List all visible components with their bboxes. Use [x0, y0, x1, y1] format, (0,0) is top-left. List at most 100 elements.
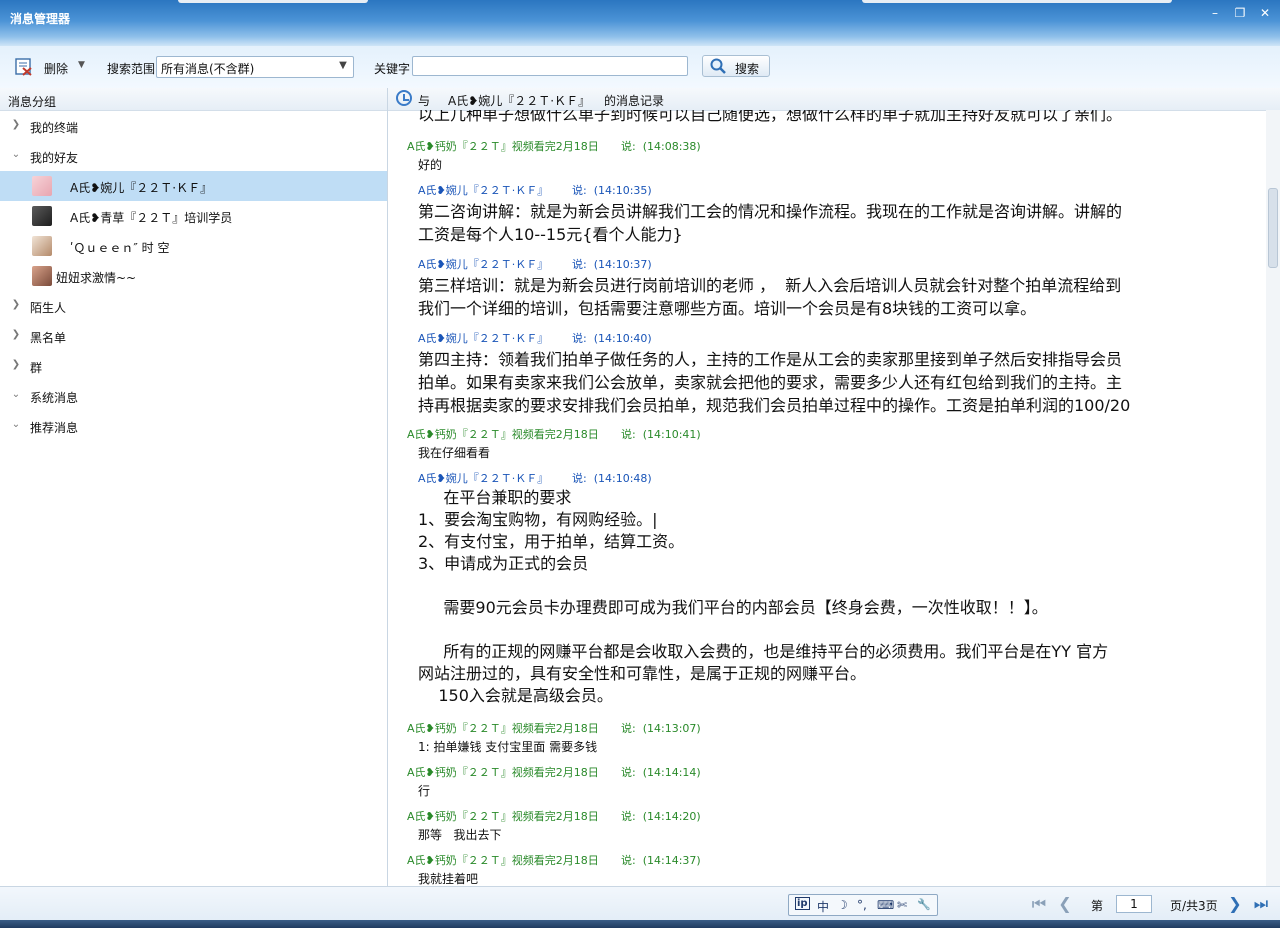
- message-text: 以上几种单子想做什么单子到时候可以自己随便选，想做什么样的单子就加主持好友就可以…: [418, 110, 1123, 124]
- search-button-label: 搜索: [735, 62, 760, 76]
- search-scope-value: 所有消息(不含群): [161, 62, 255, 76]
- window-title: 消息管理器: [10, 12, 71, 26]
- tree-item-my-terminal[interactable]: ❯ 我的终端: [0, 111, 387, 141]
- message-sender: A氏❥婉儿『２２Ｔ·ＫＦ』: [418, 184, 549, 197]
- friend-name: ʹＱｕｅｅｎ″ 时 空: [70, 241, 170, 255]
- page-number-input[interactable]: 1: [1116, 895, 1152, 913]
- group-tree-header: 消息分组: [0, 88, 387, 111]
- avatar: [32, 206, 52, 226]
- top-tab-slot: [862, 0, 1172, 3]
- message-time: 说: (14:10:48): [572, 472, 652, 485]
- message-time: 说: (14:14:20): [621, 810, 701, 823]
- search-icon: [710, 58, 726, 74]
- message-text: 我在仔细看看: [418, 446, 491, 460]
- scissors-icon[interactable]: ✄: [897, 898, 907, 912]
- punctuation-icon[interactable]: °,: [857, 898, 867, 912]
- message-time: 说: (14:10:37): [572, 258, 652, 271]
- message-history-panel: 与 A氏❥婉儿『２２Ｔ·ＫＦ』 的消息记录 以上几种单子想做什么单子到时候可以自…: [388, 88, 1280, 886]
- tree-item-label: 黑名单: [30, 331, 67, 345]
- delete-label: 删除: [44, 62, 69, 76]
- top-tab-slot: [178, 0, 368, 3]
- page-suffix: 页/共3页: [1170, 899, 1218, 913]
- group-tree-panel: 消息分组 ❯ 我的终端 ⌄ 我的好友 A氏❥婉儿『２２Ｔ·ＫＦ』 A氏❥青草『２…: [0, 88, 388, 886]
- message-text: 第四主持：领着我们拍单子做任务的人，主持的工作是从工会的卖家那里接到单子然后安排…: [418, 350, 1131, 415]
- message-list[interactable]: 以上几种单子想做什么单子到时候可以自己随便选，想做什么样的单子就加主持好友就可以…: [388, 110, 1264, 886]
- message-time: 说: (14:14:37): [621, 854, 701, 867]
- tree-item-label: 推荐消息: [30, 421, 79, 435]
- message-sender: A氏❥婉儿『２２Ｔ·ＫＦ』: [418, 258, 549, 271]
- avatar: [32, 236, 52, 256]
- toolbar: 删除 ▼ 搜索范围 所有消息(不含群) ▼ 关键字 搜索: [0, 46, 1280, 89]
- friend-item[interactable]: A氏❥青草『２２Ｔ』培训学员: [0, 201, 387, 231]
- vertical-scrollbar[interactable]: [1266, 110, 1280, 886]
- clock-icon: [396, 90, 412, 106]
- delete-button[interactable]: 删除 ▼: [14, 58, 94, 76]
- message-time: 说: (14:08:38): [621, 140, 701, 153]
- search-scope-select[interactable]: 所有消息(不含群) ▼: [156, 56, 354, 78]
- prev-page-icon[interactable]: ❮: [1056, 895, 1074, 913]
- keyword-input[interactable]: [412, 56, 688, 76]
- message-text: 1: 拍单嫌钱 支付宝里面 需要多钱: [418, 740, 598, 754]
- restore-button[interactable]: ❐: [1230, 6, 1250, 20]
- message-sender: A氏❥钙奶『２２Ｔ』视频看完2月18日: [407, 722, 599, 735]
- history-header-prefix: 与: [418, 94, 431, 108]
- ime-logo-icon: ip: [795, 897, 810, 910]
- close-button[interactable]: ✕: [1255, 6, 1275, 20]
- message-sender: A氏❥婉儿『２２Ｔ·ＫＦ』: [418, 332, 549, 345]
- chevron-right-icon[interactable]: ❯: [10, 329, 22, 341]
- tree-item-strangers[interactable]: ❯ 陌生人: [0, 291, 387, 321]
- search-button[interactable]: 搜索: [702, 55, 770, 77]
- message-sender: A氏❥钙奶『２２Ｔ』视频看完2月18日: [407, 810, 599, 823]
- friend-item[interactable]: A氏❥婉儿『２２Ｔ·ＫＦ』: [0, 171, 387, 201]
- message-sender: A氏❥钙奶『２２Ｔ』视频看完2月18日: [407, 854, 599, 867]
- friend-name: 妞妞求激情~~: [56, 271, 137, 285]
- chevron-right-icon[interactable]: ❯: [10, 119, 22, 131]
- keyword-label: 关键字: [374, 62, 411, 76]
- chevron-down-icon[interactable]: ⌄: [10, 389, 22, 401]
- friend-item[interactable]: 妞妞求激情~~: [0, 261, 387, 291]
- chevron-right-icon[interactable]: ❯: [10, 299, 22, 311]
- chevron-down-icon: ▼: [339, 60, 347, 71]
- message-text: 第二咨询讲解：就是为新会员讲解我们工会的情况和操作流程。我现在的工作就是咨询讲解…: [418, 202, 1123, 244]
- history-contact-name: A氏❥婉儿『２２Ｔ·ＫＦ』: [448, 94, 591, 108]
- moon-icon[interactable]: ☽: [837, 898, 848, 912]
- minimize-button[interactable]: –: [1205, 6, 1225, 20]
- scrollbar-thumb[interactable]: [1268, 188, 1278, 268]
- message-text: 第三样培训：就是为新会员进行岗前培训的老师 ， 新人入会后培训人员就会针对整个拍…: [418, 276, 1122, 318]
- chevron-right-icon[interactable]: ❯: [10, 359, 22, 371]
- history-header-suffix: 的消息记录: [604, 94, 665, 108]
- ime-toolbar[interactable]: ip 中 ☽ °, ⌨ ✄ 🔧: [788, 894, 938, 916]
- avatar: [32, 176, 52, 196]
- message-sender: A氏❥钙奶『２２Ｔ』视频看完2月18日: [407, 428, 599, 441]
- tree-item-label: 系统消息: [30, 391, 79, 405]
- message-time: 说: (14:13:07): [621, 722, 701, 735]
- group-tree-title: 消息分组: [8, 95, 57, 109]
- message-text: 行: [418, 784, 431, 798]
- chevron-down-icon[interactable]: ⌄: [10, 419, 22, 431]
- message-text: 那等 我出去下: [418, 828, 502, 842]
- tree-item-system-messages[interactable]: ⌄ 系统消息: [0, 381, 387, 411]
- page-prefix: 第: [1091, 899, 1104, 913]
- friend-item[interactable]: ʹＱｕｅｅｎ″ 时 空: [0, 231, 387, 261]
- chevron-down-icon[interactable]: ▼: [78, 60, 85, 70]
- ime-mode[interactable]: 中: [817, 898, 829, 915]
- first-page-icon[interactable]: ⏮: [1030, 895, 1048, 913]
- title-bar: 消息管理器 – ❐ ✕: [0, 0, 1280, 46]
- tree-item-label: 我的终端: [30, 121, 79, 135]
- chevron-down-icon[interactable]: ⌄: [10, 149, 22, 161]
- tree-item-groups[interactable]: ❯ 群: [0, 351, 387, 381]
- tree-item-label: 我的好友: [30, 151, 79, 165]
- tree-item-my-friends[interactable]: ⌄ 我的好友: [0, 141, 387, 171]
- keyboard-icon[interactable]: ⌨: [877, 898, 894, 912]
- next-page-icon[interactable]: ❯: [1226, 895, 1244, 913]
- message-time: 说: (14:10:41): [621, 428, 701, 441]
- wrench-icon[interactable]: 🔧: [917, 898, 931, 911]
- tree-item-recommended[interactable]: ⌄ 推荐消息: [0, 411, 387, 441]
- status-bar: ip 中 ☽ °, ⌨ ✄ 🔧 ⏮ ❮ 第 1 页/共3页 ❯ ⏭: [0, 886, 1280, 921]
- message-text: 在平台兼职的要求 1、要会淘宝购物，有网购经验。| 2、有支付宝，用于拍单，结算…: [418, 488, 1109, 705]
- tree-item-blacklist[interactable]: ❯ 黑名单: [0, 321, 387, 351]
- tree-item-label: 群: [30, 361, 43, 375]
- delete-icon: [15, 58, 32, 76]
- message-history-header: 与 A氏❥婉儿『２２Ｔ·ＫＦ』 的消息记录: [388, 88, 1280, 111]
- last-page-icon[interactable]: ⏭: [1252, 895, 1270, 913]
